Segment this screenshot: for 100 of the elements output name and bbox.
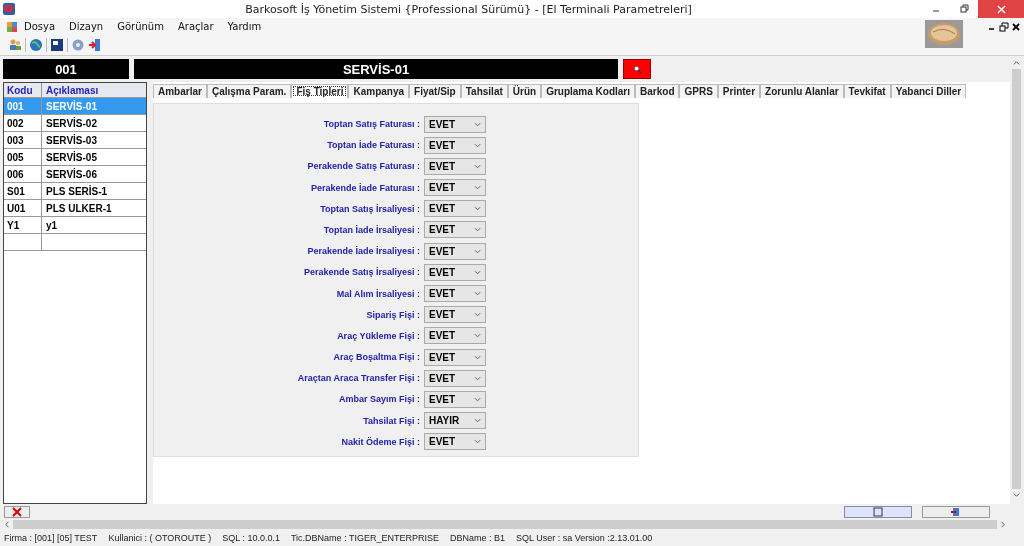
- table-cell-text: SERVİS-01: [45, 99, 98, 114]
- dropdown[interactable]: EVET: [424, 221, 486, 239]
- caret-icon: [474, 121, 481, 127]
- dropdown[interactable]: EVET: [424, 433, 486, 451]
- list-row[interactable]: 003 SERVİS-03: [4, 132, 146, 149]
- disk-icon[interactable]: [71, 38, 85, 52]
- table-cell-text: SERVİS-05: [45, 150, 98, 165]
- dropdown[interactable]: EVET: [424, 348, 486, 366]
- dropdown[interactable]: EVET: [424, 242, 486, 260]
- tab[interactable]: Zorunlu Alanlar: [760, 84, 844, 98]
- column-header[interactable]: Açıklaması: [42, 83, 146, 97]
- status-text: DBName : B1: [450, 533, 505, 543]
- name-field: SERVİS-01: [134, 59, 618, 79]
- search-button[interactable]: [623, 59, 651, 79]
- list-row[interactable]: S01 PLS SERİS-1: [4, 183, 146, 200]
- field-label: Toptan Satış Faturası :: [323, 119, 420, 129]
- close-icon: [996, 4, 1006, 14]
- list-row[interactable]: 002 SERVİS-02: [4, 115, 146, 132]
- save-button[interactable]: [844, 506, 912, 518]
- dropdown[interactable]: EVET: [424, 115, 486, 133]
- caret-icon: [474, 396, 481, 402]
- tab[interactable]: Kampanya: [348, 84, 410, 98]
- field-label: Perakende Satış İrsaliyesi :: [303, 267, 420, 278]
- caret-icon: [474, 312, 481, 318]
- menu-item[interactable]: Araçlar: [177, 21, 214, 32]
- tab[interactable]: Çalışma Param.: [206, 84, 292, 98]
- table-cell: 005: [4, 149, 42, 165]
- menu-item[interactable]: Görünüm: [117, 21, 164, 32]
- tab[interactable]: Tevkifat: [843, 84, 891, 98]
- dropdown[interactable]: HAYIR: [424, 412, 486, 430]
- list-row[interactable]: 006 SERVİS-06: [4, 166, 146, 183]
- column-header[interactable]: Kodu: [4, 83, 42, 97]
- caret-icon: [474, 185, 481, 191]
- tab[interactable]: Ürün: [507, 84, 542, 98]
- caret-icon: [474, 269, 481, 275]
- restore-icon[interactable]: [999, 22, 1009, 32]
- table-cell: 006: [4, 166, 42, 182]
- tab[interactable]: Barkod: [635, 84, 680, 98]
- exit-icon[interactable]: [88, 38, 102, 52]
- dropdown[interactable]: EVET: [424, 157, 486, 175]
- dropdown[interactable]: EVET: [424, 390, 486, 408]
- menu-item[interactable]: Dosya: [24, 21, 56, 32]
- table-cell-text: PLS ULKER-1: [45, 201, 113, 216]
- menu-item[interactable]: Dizayn: [69, 21, 104, 32]
- list-row[interactable]: 005 SERVİS-05: [4, 149, 146, 166]
- table-cell: Y1: [4, 217, 42, 233]
- caret-icon: [474, 439, 481, 445]
- tab[interactable]: Fiş Tipleri: [291, 84, 349, 98]
- table-cell: S01: [4, 183, 42, 199]
- tab[interactable]: Yabanci Diller: [890, 84, 967, 98]
- tab[interactable]: Ambarlar: [153, 84, 207, 98]
- table-cell-text: SERVİS-06: [45, 167, 98, 182]
- tab[interactable]: GPRS: [679, 84, 718, 98]
- list-row[interactable]: U01 PLS ULKER-1: [4, 200, 146, 217]
- dropdown[interactable]: EVET: [424, 200, 486, 218]
- field-label: Ambar Sayım Fişi :: [338, 394, 420, 405]
- tab[interactable]: Printer: [717, 84, 761, 98]
- dropdown[interactable]: EVET: [424, 285, 486, 302]
- search-icon: [632, 64, 642, 74]
- field-label: Perakende İade İrsaliyesi :: [307, 246, 420, 257]
- close-icon: [12, 507, 22, 517]
- dropdown[interactable]: EVET: [424, 369, 486, 387]
- table-cell: 003: [4, 132, 42, 148]
- status-text: SQL : 10.0.0.1: [222, 533, 280, 543]
- table-cell-text: PLS SERİS-1: [45, 184, 109, 199]
- list-row[interactable]: Y1 y1: [4, 217, 146, 234]
- caret-icon: [474, 163, 481, 169]
- status-text: Kullanici : ( OTOROUTE ): [108, 533, 212, 543]
- status-text: SQL User : sa Version :2.13.01.00: [516, 533, 653, 543]
- status-text: Firma : [001] [05] TEST: [4, 533, 98, 543]
- tab[interactable]: Tahsilat: [460, 84, 508, 98]
- caret-icon: [474, 206, 481, 212]
- caret-icon: [474, 227, 481, 233]
- dropdown[interactable]: EVET: [424, 179, 486, 197]
- code-field: 001: [3, 59, 129, 79]
- field-label: Nakit Ödeme Fişi :: [341, 436, 420, 447]
- users-icon[interactable]: [8, 38, 22, 52]
- field-label: Araçtan Araca Transfer Fişi :: [297, 373, 420, 384]
- field-label: Araç Boşaltma Fişi :: [333, 352, 420, 363]
- dropdown[interactable]: EVET: [424, 306, 486, 324]
- dropdown[interactable]: EVET: [424, 263, 486, 281]
- field-label: Tahsilat Fişi :: [363, 415, 420, 426]
- caret-icon: [474, 333, 481, 339]
- table-cell-text: y1: [45, 218, 59, 233]
- menu-item[interactable]: Yardım: [227, 21, 262, 32]
- close-icon[interactable]: [1011, 22, 1021, 32]
- tab[interactable]: Gruplama Kodları: [541, 84, 636, 98]
- delete-button[interactable]: [4, 506, 30, 518]
- field-label: Toptan Satış İrsaliyesi :: [320, 203, 420, 214]
- status-text: Tic.DBName : TIGER_ENTERPRISE: [290, 533, 439, 543]
- field-label: Toptan İade İrsaliyesi :: [323, 224, 420, 235]
- square-icon: [873, 507, 883, 517]
- restore-icon[interactable]: [959, 4, 969, 14]
- globe-icon[interactable]: [29, 38, 43, 52]
- dropdown[interactable]: EVET: [424, 136, 486, 154]
- dropdown[interactable]: EVET: [424, 327, 486, 345]
- close-button[interactable]: [922, 506, 990, 518]
- field-label: Araç Yükleme Fişi :: [337, 330, 420, 341]
- tab[interactable]: Fiyat/Sip: [409, 84, 461, 98]
- field-label: Toptan İade Faturası :: [327, 140, 420, 151]
